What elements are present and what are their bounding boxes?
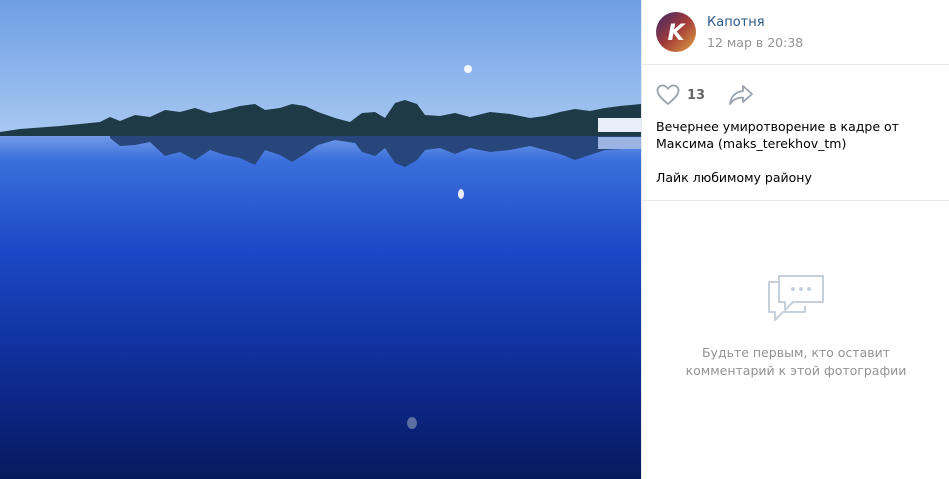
like-button[interactable]: 13 [656, 83, 705, 107]
avatar-letter: K [667, 21, 686, 46]
post-date: 12 мар в 20:38 [707, 35, 804, 50]
empty-comments-line-1: Будьте первым, кто оставит [701, 345, 891, 360]
empty-comments-text: Будьте первым, кто оставит комментарий к… [672, 344, 920, 380]
photo[interactable] [0, 0, 641, 479]
comment-bubble-icon [768, 275, 824, 321]
post-body: 13 Вечернее умиротворение в кадре от Мак… [642, 65, 949, 201]
description-text: Вечернее умиротворение в кадре от Максим… [656, 119, 899, 151]
description-text-2: Лайк любимому району [656, 170, 812, 185]
avatar[interactable]: K [656, 12, 696, 52]
comments-empty-state: Будьте первым, кто оставит комментарий к… [642, 200, 949, 479]
photo-viewer: K Капотня 12 мар в 20:38 13 Вечернее уми… [0, 0, 949, 479]
post-header: K Капотня 12 мар в 20:38 [642, 0, 949, 65]
photo-image [0, 0, 641, 479]
heart-icon [656, 84, 680, 105]
info-panel: K Капотня 12 мар в 20:38 13 Вечернее уми… [641, 0, 949, 479]
like-count: 13 [687, 87, 706, 103]
share-button[interactable] [728, 83, 754, 107]
empty-comments-line-2: комментарий к этой фотографии [685, 363, 907, 378]
avatar-image: K [656, 12, 696, 52]
photo-description: Вечернее умиротворение в кадре от Максим… [656, 118, 941, 186]
share-arrow-icon [729, 85, 753, 105]
author-link[interactable]: Капотня [707, 15, 765, 30]
